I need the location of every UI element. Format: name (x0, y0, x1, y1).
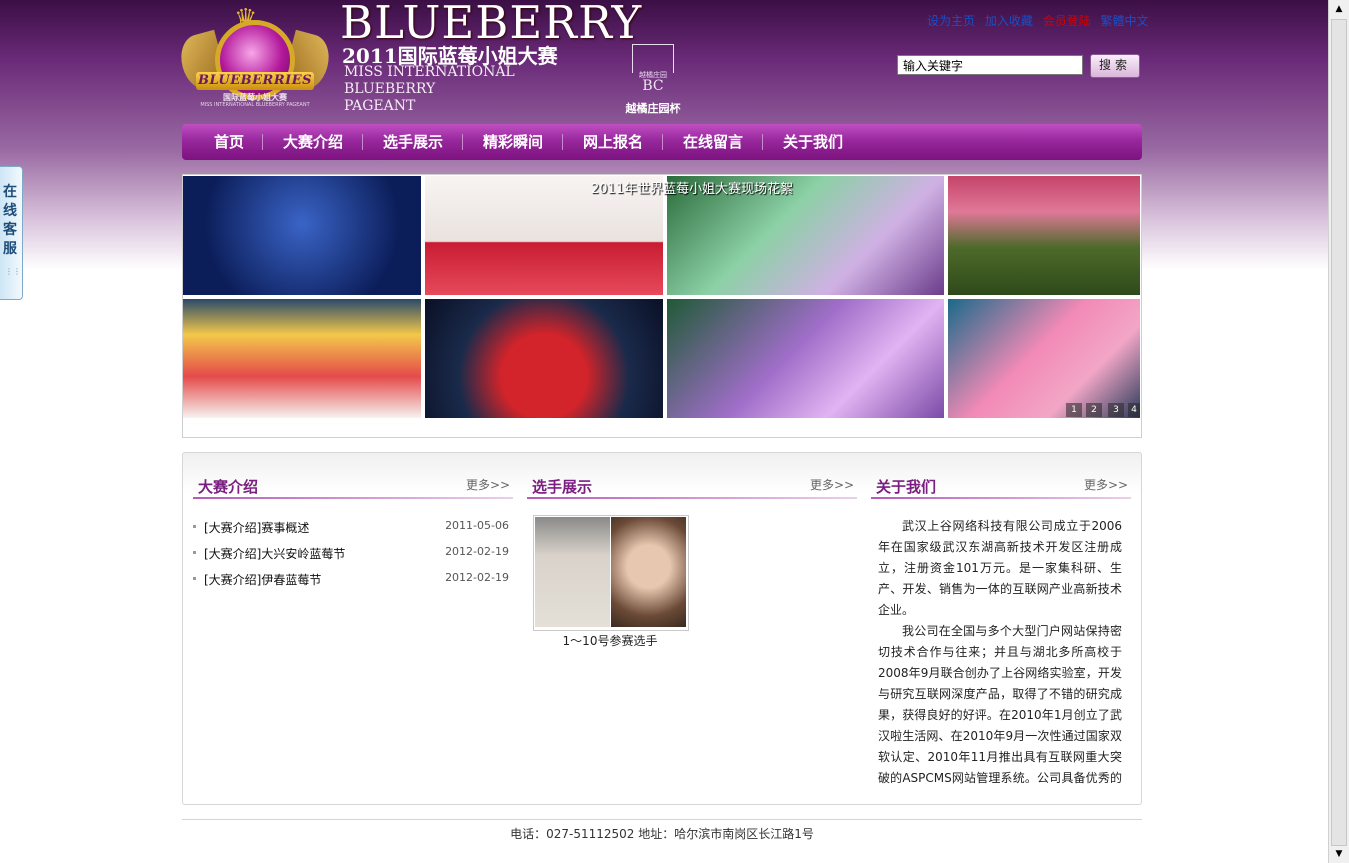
news-title[interactable]: [大赛介绍]伊春蓝莓节 (204, 571, 321, 588)
banner-page-3[interactable]: 3 (1108, 403, 1124, 417)
players-title-underline (527, 497, 857, 499)
about-paragraph: 我公司在全国与多个大型门户网站保持密切技术合作与往来；并且与湖北多所高校于200… (878, 624, 1122, 785)
nav-item-signup[interactable]: 网上报名 (563, 124, 663, 160)
site-logo[interactable]: ♛ BLUEBERRIES 国际蓝莓小姐大赛 MISS INTERNATIONA… (175, 4, 335, 120)
footer-contact: 电话：027-51112502 地址：哈尔滨市南岗区长江路1号 (510, 827, 814, 841)
player-photo-left (535, 517, 610, 627)
nav-item-players[interactable]: 选手展示 (363, 124, 463, 160)
about-section-title[interactable]: 关于我们 (876, 476, 936, 497)
news-date: 2011-05-06 (445, 519, 509, 532)
scrollbar-thumb[interactable] (1331, 19, 1347, 846)
player-caption[interactable]: 1～10号参赛选手 (533, 632, 687, 649)
list-item[interactable]: [大赛介绍]伊春蓝莓节 2012-02-19 (193, 571, 509, 591)
scroll-up-icon[interactable]: ▲ (1329, 0, 1349, 18)
bullet-icon (193, 525, 196, 528)
banner-page-2[interactable]: 2 (1086, 403, 1102, 417)
list-item[interactable]: [大赛介绍]赛事概述 2011-05-06 (193, 519, 509, 539)
search-button[interactable]: 搜索 (1090, 54, 1140, 78)
main-nav: 首页 大赛介绍 选手展示 精彩瞬间 网上报名 在线留言 关于我们 (182, 124, 1142, 160)
intro-section-title[interactable]: 大赛介绍 (198, 476, 258, 497)
banner-photo-flower-dancers[interactable] (667, 299, 944, 418)
search-input[interactable] (897, 55, 1083, 75)
banner-caption: 2011年世界蓝莓小姐大赛现场花絮 (591, 182, 794, 197)
set-homepage-link[interactable]: 设为主页 (927, 14, 975, 28)
players-section-title[interactable]: 选手展示 (532, 476, 592, 497)
news-title[interactable]: [大赛介绍]赛事概述 (204, 519, 309, 536)
about-text: 武汉上谷网络科技有限公司成立于2006年在国家级武汉东湖高新技术开发区注册成立，… (878, 516, 1122, 792)
players-more-link[interactable]: 更多>> (810, 476, 854, 493)
top-links: 设为主页 加入收藏 会员登陆 繁體中文 (927, 12, 1155, 29)
logo-subtitle-en: MISS INTERNATIONAL BLUEBERRY PAGEANT (200, 102, 310, 108)
sponsor-logo: 越橘庄园 BC 越橘庄园杯 (612, 42, 694, 116)
player-thumbnail[interactable] (533, 515, 689, 631)
brand-en-line: BLUEBERRY (344, 81, 436, 97)
nav-item-intro[interactable]: 大赛介绍 (263, 124, 363, 160)
intro-title-underline (193, 497, 513, 499)
nav-item-about[interactable]: 关于我们 (763, 124, 863, 160)
online-service-label: 在线客服 (3, 184, 17, 257)
member-login-link[interactable]: 会员登陆 (1043, 14, 1091, 28)
banner-photo-children[interactable] (183, 299, 421, 418)
brand-en-line: PAGEANT (344, 98, 416, 114)
sponsor-cup-name: 越橘庄园杯 (625, 102, 681, 115)
grip-icon: ⋮⋮ (5, 267, 21, 276)
castle-icon (632, 44, 674, 73)
about-paragraph: 武汉上谷网络科技有限公司成立于2006年在国家级武汉东湖高新技术开发区注册成立，… (878, 519, 1122, 617)
vertical-scrollbar[interactable]: ▲ ▼ (1328, 0, 1349, 863)
banner-photo-host[interactable] (425, 299, 663, 418)
logo-ribbon-text: BLUEBERRIES (196, 72, 314, 90)
bullet-icon (193, 551, 196, 554)
nav-item-highlights[interactable]: 精彩瞬间 (463, 124, 563, 160)
sponsor-monogram: BC (642, 78, 664, 94)
banner-photo-troupe[interactable] (948, 176, 1140, 295)
news-date: 2012-02-19 (445, 545, 509, 558)
footer-divider (182, 819, 1142, 820)
bullet-icon (193, 577, 196, 580)
about-more-link[interactable]: 更多>> (1084, 476, 1128, 493)
scroll-down-icon[interactable]: ▼ (1329, 845, 1349, 863)
news-title[interactable]: [大赛介绍]大兴安岭蓝莓节 (204, 545, 345, 562)
add-favorite-link[interactable]: 加入收藏 (985, 14, 1033, 28)
brand-title-en: MISS INTERNATIONAL BLUEBERRY PAGEANT (344, 64, 515, 115)
banner-photo-singer-male[interactable] (183, 176, 421, 295)
online-service-tab[interactable]: 在线客服 ⋮⋮ (0, 166, 23, 300)
intro-more-link[interactable]: 更多>> (466, 476, 510, 493)
player-photo-right (611, 517, 686, 627)
banner-page-1[interactable]: 1 (1066, 403, 1082, 417)
news-date: 2012-02-19 (445, 571, 509, 584)
brand-en-line: MISS INTERNATIONAL (344, 64, 515, 80)
banner-photo-performer[interactable] (948, 299, 1140, 418)
page: ♛ BLUEBERRIES 国际蓝莓小姐大赛 MISS INTERNATIONA… (0, 0, 1330, 863)
traditional-chinese-link[interactable]: 繁體中文 (1101, 14, 1149, 28)
banner-pager: 1 2 3 4 (1066, 403, 1140, 419)
list-item[interactable]: [大赛介绍]大兴安岭蓝莓节 2012-02-19 (193, 545, 509, 565)
about-title-underline (871, 497, 1131, 499)
banner-page-4[interactable]: 4 (1128, 403, 1140, 417)
nav-item-guestbook[interactable]: 在线留言 (663, 124, 763, 160)
